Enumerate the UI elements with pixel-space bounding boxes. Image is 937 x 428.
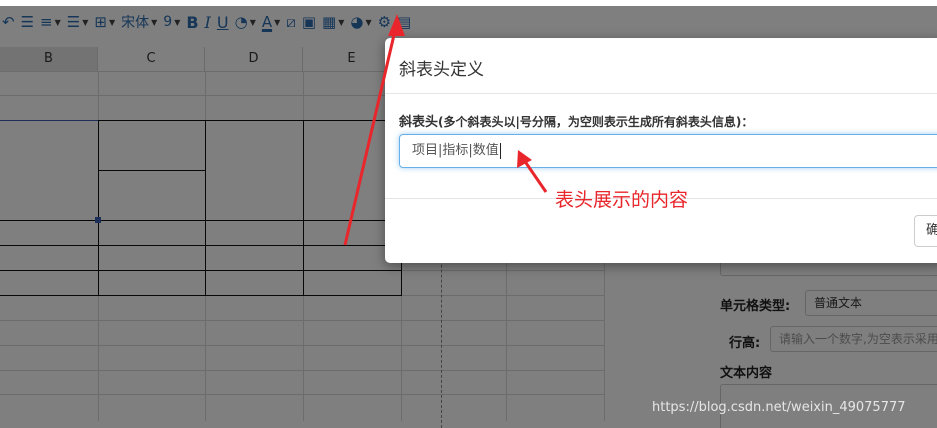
watermark: https://blog.csdn.net/weixin_49075777 [652, 400, 906, 415]
slash-header-hint: (多个斜表头以|号分隔，为空则表示生成所有斜表头信息)： [438, 115, 754, 129]
divider [385, 93, 937, 94]
annotation-text: 表头展示的内容 [555, 189, 689, 211]
slash-header-dialog: 斜表头定义 斜表头(多个斜表头以|号分隔，为空则表示生成所有斜表头信息)： 项目… [385, 38, 937, 263]
slash-header-label-main: 斜表头 [399, 115, 439, 130]
slash-header-label: 斜表头(多个斜表头以|号分隔，为空则表示生成所有斜表头信息)： [399, 111, 753, 130]
text-cursor [499, 142, 501, 159]
confirm-button[interactable]: 确 [914, 215, 937, 247]
slash-header-input[interactable]: 项目|指标|数值 [399, 134, 937, 168]
dialog-title: 斜表头定义 [399, 60, 484, 80]
slash-header-input-value: 项目|指标|数值 [412, 143, 499, 158]
